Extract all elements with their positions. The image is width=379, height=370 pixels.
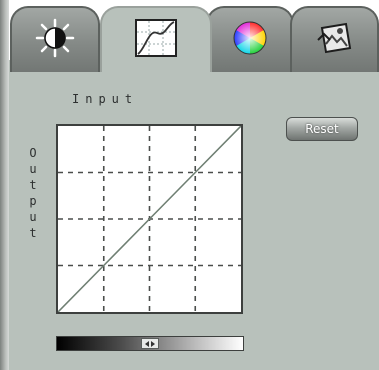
output-letter: p — [29, 194, 37, 208]
color-wheel-icon — [232, 20, 268, 60]
tone-curve-line[interactable] — [58, 126, 241, 312]
tab-curves[interactable] — [100, 6, 212, 72]
tab-color-balance[interactable] — [206, 6, 294, 72]
output-axis-label: O u t p u t — [23, 145, 43, 241]
output-letter: O — [29, 146, 37, 160]
tab-brightness-contrast[interactable] — [10, 6, 100, 72]
image-tools-icon — [316, 20, 354, 60]
output-letter: u — [29, 210, 37, 224]
tab-image-edit[interactable] — [290, 6, 379, 72]
curve-graph-icon — [135, 19, 177, 61]
input-axis-label: Input — [72, 92, 139, 106]
curve-graph-canvas[interactable] — [58, 126, 241, 312]
reset-button[interactable]: Reset — [286, 117, 358, 141]
output-letter: u — [29, 162, 37, 176]
brightness-contrast-icon — [35, 18, 75, 62]
gradient-slider[interactable] — [56, 336, 244, 351]
output-letter: t — [29, 226, 37, 240]
curves-panel: Input O u t p u t Reset — [0, 0, 379, 370]
double-arrow-icon — [145, 340, 155, 347]
panel-left-border — [0, 0, 9, 370]
slider-thumb[interactable] — [141, 338, 159, 349]
output-letter: t — [29, 178, 37, 192]
curve-graph[interactable] — [56, 124, 243, 314]
